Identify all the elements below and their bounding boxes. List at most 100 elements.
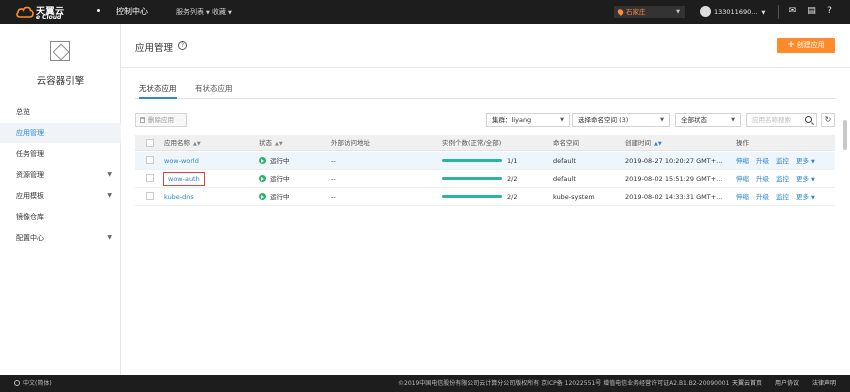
tab-label: 无状态应用 [139,84,177,93]
mail-icon[interactable]: ✉ [786,5,799,18]
status-text: 运行中 [270,193,290,201]
upgrade-link[interactable]: 升级 [756,157,769,165]
chevron-down-icon: ▼ [107,192,112,199]
refresh-button[interactable]: ↻ [821,113,835,127]
copyright-text: ©2019中国电信股份有限公司云计算分公司版权所有 京ICP备 12022551… [398,380,730,387]
monitor-link[interactable]: 监控 [776,175,789,183]
footer: 中文(简体) ©2019中国电信股份有限公司云计算分公司版权所有 京ICP备 1… [0,375,850,392]
app-name-link[interactable]: wow-auth [163,171,205,187]
col-external-address: 外部访问地址 [331,135,370,151]
caret-down-icon: ▼ [761,10,766,16]
create-app-button[interactable]: + 创建应用 [777,38,835,53]
col-status[interactable]: 状态 ▲▼ [259,135,283,151]
running-icon [259,175,266,182]
help-icon[interactable]: ? [823,5,836,18]
col-label: 应用名称 [164,139,190,147]
question-icon[interactable]: ? [178,41,187,50]
more-dropdown[interactable]: 更多 ▼ [796,157,815,165]
caret-down-icon: ▼ [660,117,664,123]
monitor-link[interactable]: 监控 [776,157,789,165]
logo-text-en: e Cloud [36,14,62,21]
sort-icon: ▲▼ [654,141,662,147]
row-checkbox[interactable] [146,174,154,182]
col-instances: 实例个数(正常/全部) [442,135,501,151]
more-dropdown[interactable]: 更多 ▼ [796,175,815,183]
language-switcher[interactable]: 中文(简体) [14,375,52,392]
sidebar-item-label: 镜像仓库 [16,213,44,221]
tab-stateful-apps[interactable]: 有状态应用 [195,82,233,99]
table-row: wow-auth 运行中 -- 2/2 default 2019-08-02 1… [135,170,835,188]
namespace-cell: kube-system [553,193,595,201]
actions-cell: 伸缩 升级 监控 更多 ▼ [736,189,822,205]
sidebar-item-config-center[interactable]: 配置中心 ▼ [0,228,121,248]
nav-service-list[interactable]: 服务列表 ▼ [176,0,210,24]
created-time-cell: 2019-08-02 15:51:29 GMT+... [625,175,723,183]
chevron-down-icon: ▼ [107,234,112,241]
nav-label: 服务列表 [176,8,204,16]
delete-app-button[interactable]: 删除应用 [135,113,187,127]
user-menu[interactable]: 133011690... ▼ [700,6,765,18]
sidebar-item-image-registry[interactable]: 镜像仓库 [0,207,121,227]
row-checkbox[interactable] [146,192,154,200]
col-actions: 操作 [736,135,749,151]
more-dropdown[interactable]: 更多 ▼ [796,193,815,201]
upgrade-link[interactable]: 升级 [756,193,769,201]
sidebar-item-overview[interactable]: 总览 [0,102,121,122]
namespace-select[interactable]: 选择命名空间 (3) ▼ [572,113,670,127]
sidebar-title: 云容器引擎 [36,76,85,87]
cluster-select[interactable]: 集群：liyang ▼ [486,113,570,127]
app-name-link[interactable]: wow-world [164,153,199,169]
sidebar-item-resource-management[interactable]: 资源管理 ▼ [0,165,121,185]
footer-link-home[interactable]: 天翼云首页 [732,375,762,392]
top-navbar: 天翼云 e Cloud 控制中心 服务列表 ▼ 收藏 ▼ 石家庄 ▼ 1330116… [0,0,850,24]
location-pin-icon [616,8,625,16]
status-cell: 运行中 [259,153,290,169]
sidebar-item-app-templates[interactable]: 应用模板 ▼ [0,186,121,206]
sidebar-item-label: 应用管理 [16,129,44,137]
sidebar-item-app-management[interactable]: 应用管理 [0,123,121,143]
monitor-link[interactable]: 监控 [776,193,789,201]
row-checkbox[interactable] [146,156,154,164]
nav-favorites[interactable]: 收藏 ▼ [212,0,232,24]
created-time-cell: 2019-08-27 10:20:27 GMT+... [625,157,723,165]
caret-down-icon: ▼ [811,177,815,183]
status-select[interactable]: 全部状态 ▼ [675,113,741,127]
file-icon[interactable]: ▤ [805,5,818,18]
instances-count: 2/2 [507,193,518,201]
scale-link[interactable]: 伸缩 [736,193,749,201]
sort-icon: ▲▼ [193,141,201,147]
caret-down-icon: ▼ [811,195,815,201]
app-search-input[interactable]: 应用名称搜索 [746,113,817,127]
upgrade-link[interactable]: 升级 [756,175,769,183]
page-scrollbar[interactable] [843,120,847,150]
sidebar-item-task-management[interactable]: 任务管理 [0,144,121,164]
content-panel: 无状态应用 有状态应用 删除应用 集群：liyang ▼ 选择命名空间 (3) ▼ … [121,68,850,375]
running-icon [259,157,266,164]
tab-stateless-apps[interactable]: 无状态应用 [139,82,177,99]
created-time-cell: 2019-08-02 14:33:31 GMT+... [625,193,723,201]
col-app-name[interactable]: 应用名称 ▲▼ [164,135,201,151]
status-value: 全部状态 [681,116,707,124]
ecloud-logo[interactable]: 天翼云 e Cloud [16,3,88,21]
table-row: wow-world 运行中 -- 1/1 default 2019-08-27 … [135,152,835,170]
scale-link[interactable]: 伸缩 [736,157,749,165]
nav-control-center[interactable]: 控制中心 [116,0,148,24]
footer-link-user-agreement[interactable]: 用户协议 [775,375,799,392]
app-name-link[interactable]: kube-dns [164,189,194,205]
region-selector[interactable]: 石家庄 ▼ [614,6,685,18]
select-all-checkbox[interactable] [146,139,154,147]
col-created-time[interactable]: 创建时间 ▲▼ [625,135,662,151]
highlighted-app-name[interactable]: wow-auth [163,172,205,186]
trash-icon [140,117,145,123]
caret-down-icon: ▼ [206,10,210,16]
actions-cell: 伸缩 升级 监控 更多 ▼ [736,153,822,169]
sidebar-item-label: 应用模板 [16,192,44,200]
namespace-value: 选择命名空间 (3) [578,116,629,124]
plus-icon: + [787,40,795,50]
search-icon[interactable] [805,116,812,123]
scale-link[interactable]: 伸缩 [736,175,749,183]
status-text: 运行中 [270,175,290,183]
footer-link-legal[interactable]: 法律声明 [812,375,836,392]
address-cell: -- [331,193,336,201]
chevron-down-icon: ▼ [107,171,112,178]
